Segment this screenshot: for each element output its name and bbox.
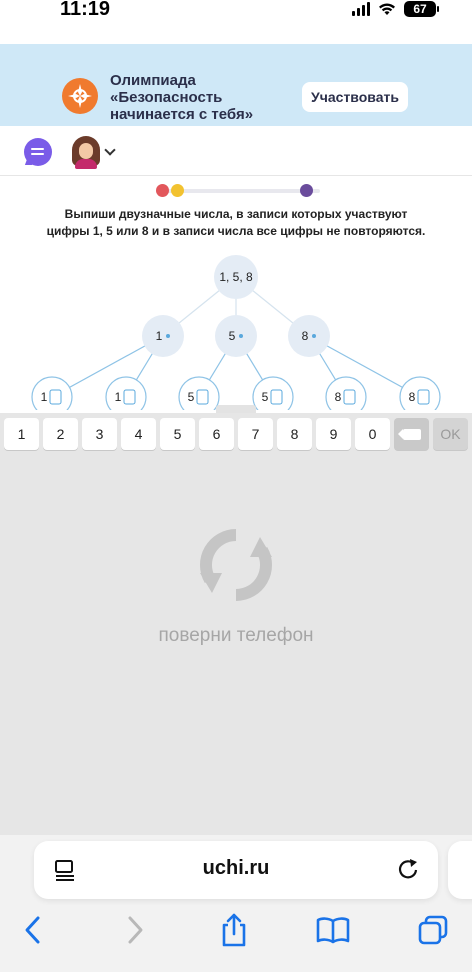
answer-slot[interactable]: [49, 389, 62, 405]
tabs-button[interactable]: [412, 909, 454, 951]
back-icon: [25, 916, 40, 944]
key-6[interactable]: 6: [199, 418, 234, 450]
tree-leaf[interactable]: 8: [399, 376, 441, 410]
answer-slot[interactable]: [123, 389, 136, 405]
forward-button[interactable]: [114, 909, 156, 951]
share-button[interactable]: [213, 909, 255, 951]
tree-leaf[interactable]: 5: [178, 376, 220, 410]
reload-icon[interactable]: [396, 857, 420, 881]
key-9[interactable]: 9: [316, 418, 351, 450]
signal-icon: [352, 2, 370, 16]
status-time: 11:19: [60, 0, 111, 20]
key-4[interactable]: 4: [121, 418, 156, 450]
browser-toolbar: uchi.ru: [0, 835, 472, 972]
web-page: Олимпиада «Безопасность начинается с теб…: [0, 24, 472, 410]
forward-icon: [128, 916, 143, 944]
answer-slot[interactable]: [196, 389, 209, 405]
backspace-key[interactable]: [394, 418, 429, 450]
leaf-digit: 1: [41, 390, 48, 404]
tree-leaf[interactable]: 1: [105, 376, 147, 410]
task-progress: [156, 184, 320, 198]
progress-dot-2: [171, 184, 184, 197]
back-button[interactable]: [12, 909, 54, 951]
olympiad-logo-icon: [62, 78, 98, 114]
url-text: uchi.ru: [202, 857, 270, 879]
keypad-handle[interactable]: [216, 405, 256, 413]
tree-leaf[interactable]: 1: [31, 376, 73, 410]
olympiad-banner[interactable]: Олимпиада «Безопасность начинается с теб…: [0, 44, 472, 126]
key-7[interactable]: 7: [238, 418, 273, 450]
status-bar: 11:19 67: [0, 0, 472, 24]
top-nav: [0, 126, 472, 176]
rotate-phone-icon: [200, 529, 272, 601]
node-label: 5: [229, 329, 236, 343]
banner-title-line2: «Безопасность: [110, 89, 223, 106]
leaf-digit: 1: [115, 390, 122, 404]
node-label: 8: [302, 329, 309, 343]
bookmarks-button[interactable]: [312, 909, 354, 951]
root-label: 1, 5, 8: [219, 270, 253, 284]
tree-node-5: 5: [215, 315, 257, 357]
participate-button[interactable]: Участвовать: [302, 82, 408, 112]
leaf-digit: 5: [262, 390, 269, 404]
progress-dot-3: [300, 184, 313, 197]
answer-slot[interactable]: [270, 389, 283, 405]
key-8[interactable]: 8: [277, 418, 312, 450]
chat-icon[interactable]: [24, 138, 52, 166]
tabs-icon: [418, 915, 448, 945]
tree-root: 1, 5, 8: [214, 255, 258, 299]
avatar[interactable]: [72, 136, 100, 169]
key-3[interactable]: 3: [82, 418, 117, 450]
ok-key[interactable]: OK: [433, 418, 468, 450]
key-0[interactable]: 0: [355, 418, 390, 450]
banner-title-line3: начинается с тебя»: [110, 106, 254, 123]
rotate-message: поверни телефон: [158, 625, 314, 646]
rotate-overlay: поверни телефон: [0, 455, 472, 835]
number-tree: 1, 5, 8 1 5 8 1 1 5 5 8 8: [31, 255, 441, 410]
answer-slot[interactable]: [343, 389, 356, 405]
banner-title: Олимпиада «Безопасность начинается с теб…: [110, 72, 253, 123]
key-5[interactable]: 5: [160, 418, 195, 450]
number-keypad: 1 2 3 4 5 6 7 8 9 0 OK: [0, 413, 472, 455]
share-icon: [222, 913, 246, 947]
progress-dot-1: [156, 184, 169, 197]
key-2[interactable]: 2: [43, 418, 78, 450]
tree-leaf[interactable]: 5: [252, 376, 294, 410]
next-tab-preview[interactable]: [448, 841, 472, 899]
leaf-digit: 5: [188, 390, 195, 404]
task-line1: Выпиши двузначные числа, в записи которы…: [64, 207, 408, 221]
address-bar[interactable]: uchi.ru: [34, 841, 438, 899]
leaf-digit: 8: [335, 390, 342, 404]
backspace-icon: [397, 428, 421, 440]
task-line2: цифры 1, 5 или 8 и в записи числа все ци…: [46, 224, 426, 238]
wifi-icon: [379, 3, 395, 15]
node-label: 1: [156, 329, 163, 343]
task-text: Выпиши двузначные числа, в записи которы…: [0, 206, 472, 240]
battery-icon: 67: [404, 1, 439, 17]
key-1[interactable]: 1: [4, 418, 39, 450]
leaf-digit: 8: [409, 390, 416, 404]
answer-slot[interactable]: [417, 389, 430, 405]
chevron-down-icon[interactable]: [104, 144, 116, 156]
status-icons: 67: [352, 1, 439, 17]
tree-node-8: 8: [288, 315, 330, 357]
banner-title-line1: Олимпиада: [110, 72, 196, 89]
tree-node-1: 1: [142, 315, 184, 357]
tree-leaf[interactable]: 8: [325, 376, 367, 410]
bookmarks-icon: [316, 917, 350, 944]
